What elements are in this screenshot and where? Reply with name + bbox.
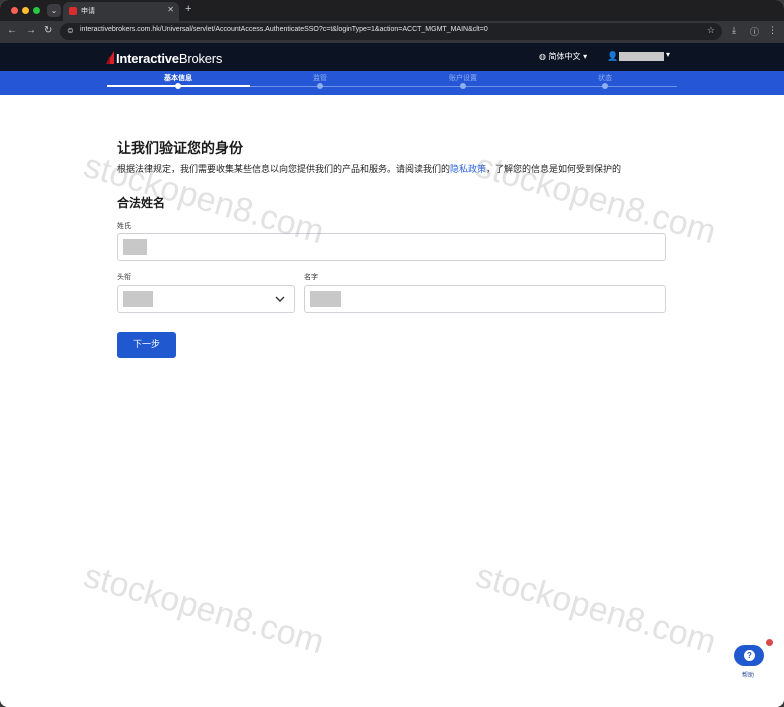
redacted-value (123, 291, 153, 307)
step-dot-status (602, 83, 608, 89)
redacted-value (123, 239, 147, 255)
forward-arrow-icon[interactable]: → (26, 25, 36, 36)
maximize-window-button[interactable] (33, 7, 40, 14)
step-label-basic-info: 基本信息 (164, 74, 192, 82)
step-label-regulatory: 监管 (313, 74, 327, 82)
redacted-username (619, 52, 664, 61)
next-button[interactable]: 下一步 (117, 332, 176, 358)
help-label: 帮助 (742, 672, 755, 679)
brand-name: InteractiveBrokers (116, 51, 222, 66)
globe-icon: ◍ (539, 52, 546, 61)
reload-icon[interactable]: ↻ (44, 25, 52, 36)
step-label-status: 状态 (598, 74, 612, 82)
site-favicon-icon (69, 7, 77, 15)
help-question-icon: ? (744, 650, 755, 661)
brand-name-light: Brokers (178, 51, 223, 66)
watermark: stockopen8.com (79, 556, 329, 662)
help-widget[interactable]: ? 帮助 (734, 639, 773, 679)
chevron-down-icon: ▾ (666, 50, 671, 59)
new-tab-button[interactable]: + (185, 3, 191, 15)
help-bubble[interactable]: ? (734, 645, 764, 666)
tab-strip: ⌄ 申请 ✕ + (0, 0, 784, 21)
title-label: 头衔 (117, 273, 131, 281)
application-progress: 基本信息 监管 账户设置 状态 (0, 71, 784, 95)
step-dot-basic-info (175, 83, 181, 89)
bookmark-star-icon[interactable]: ☆ (707, 25, 715, 36)
main-content: 让我们验证您的身份 根据法律规定，我们需要收集某些信息以向您提供我们的产品和服务… (0, 95, 784, 707)
last-name-label: 姓氏 (117, 222, 131, 230)
address-url: interactivebrokers.com.hk/Universal/serv… (80, 26, 488, 33)
language-selector[interactable]: ◍ 简体中文 ▾ (539, 51, 587, 62)
back-arrow-icon[interactable]: ← (7, 25, 17, 36)
tab-title: 申请 (81, 7, 95, 15)
tab-close-icon[interactable]: ✕ (167, 5, 174, 14)
title-select[interactable] (117, 285, 295, 313)
step-dot-account-settings (460, 83, 466, 89)
minimize-window-button[interactable] (22, 7, 29, 14)
step-dot-regulatory (317, 83, 323, 89)
redacted-value (310, 291, 341, 307)
step-label-account-settings: 账户设置 (449, 74, 477, 82)
download-icon[interactable]: ⤓ (732, 25, 736, 36)
language-label: 简体中文 (548, 52, 581, 61)
chevron-down-icon (275, 296, 285, 302)
address-bar[interactable]: ⊜ interactivebrokers.com.hk/Universal/se… (60, 23, 722, 40)
site-info-icon[interactable]: ⊜ (67, 26, 74, 35)
tab-search-button[interactable]: ⌄ (47, 4, 61, 17)
browser-toolbar: ← → ↻ ⊜ interactivebrokers.com.hk/Univer… (0, 21, 784, 43)
site-header: InteractiveBrokers ◍ 简体中文 ▾ 👤 ▾ (0, 43, 784, 71)
close-window-button[interactable] (11, 7, 18, 14)
menu-kebab-icon[interactable]: ⋮ (768, 25, 777, 36)
user-icon: 👤 (607, 51, 619, 61)
browser-window: ⌄ 申请 ✕ + ← → ↻ ⊜ interactivebrokers.com.… (0, 0, 784, 707)
page-title: 让我们验证您的身份 (117, 141, 243, 157)
brand-name-bold: Interactive (116, 51, 179, 66)
watermark: stockopen8.com (471, 556, 721, 662)
ib-logo-mark-icon (106, 51, 114, 64)
notification-dot (766, 639, 773, 646)
chevron-down-icon: ▾ (583, 52, 588, 61)
last-name-input[interactable] (117, 233, 666, 261)
first-name-input[interactable] (304, 285, 666, 313)
browser-tab[interactable]: 申请 ✕ (63, 2, 179, 21)
extension-icon[interactable]: ⓘ (750, 25, 759, 38)
first-name-label: 名字 (304, 273, 318, 281)
